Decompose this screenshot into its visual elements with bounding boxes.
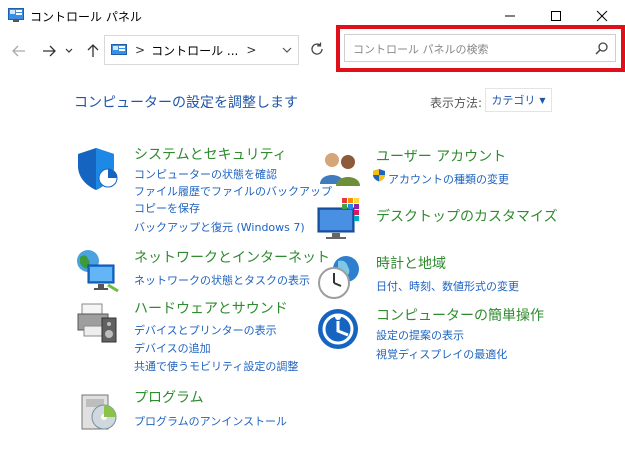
category-link[interactable]: 視覚ディスプレイの最適化: [376, 346, 507, 362]
category-hardware-sound: ハードウェアとサウンド デバイスとプリンターの表示 デバイスの追加 共通で使うモ…: [74, 298, 314, 374]
category-title[interactable]: ネットワークとインターネット: [134, 247, 330, 267]
ease-of-access-icon[interactable]: [316, 305, 364, 353]
category-link[interactable]: ネットワークの状態とタスクの表示: [134, 272, 310, 288]
category-title[interactable]: ユーザー アカウント: [376, 146, 506, 166]
category-link[interactable]: プログラムのアンインストール: [134, 413, 287, 429]
search-highlight-box: コントロール パネルの検索: [336, 25, 625, 72]
category-link[interactable]: デバイスとプリンターの表示: [134, 322, 277, 338]
category-network-internet: ネットワークとインターネット ネットワークの状態とタスクの表示: [74, 247, 330, 293]
arrow-right-icon: [43, 45, 56, 57]
search-input[interactable]: コントロール パネルの検索: [344, 34, 616, 62]
printer-speaker-icon[interactable]: [74, 298, 122, 346]
category-link[interactable]: デバイスの追加: [134, 340, 211, 356]
category-clock-region: 時計と地域 日付、時刻、数値形式の変更: [316, 253, 616, 301]
shield-icon[interactable]: [74, 144, 122, 192]
control-panel-icon: [111, 43, 127, 55]
category-link[interactable]: コンピューターの状態を確認: [134, 166, 277, 182]
minimize-icon: [505, 15, 515, 17]
caret-down-icon: ▼: [539, 95, 546, 105]
window-title: コントロール パネル: [30, 9, 142, 24]
search-placeholder: コントロール パネルの検索: [353, 43, 489, 56]
category-title[interactable]: システムとセキュリティ: [134, 144, 287, 164]
view-by-label: 表示方法:: [430, 96, 483, 110]
up-button[interactable]: [84, 42, 102, 60]
category-title[interactable]: コンピューターの簡単操作: [376, 305, 544, 325]
uac-shield-icon: [373, 169, 385, 182]
desktop-customize-icon[interactable]: [316, 196, 364, 244]
address-dropdown-button[interactable]: [282, 44, 292, 57]
search-icon[interactable]: [595, 41, 609, 55]
arrow-left-icon: [12, 45, 25, 57]
close-icon: [596, 10, 608, 22]
refresh-button[interactable]: [307, 39, 327, 59]
forward-button[interactable]: [40, 42, 58, 60]
clock-globe-icon[interactable]: [316, 253, 364, 301]
category-link[interactable]: アカウントの種類の変更: [388, 171, 509, 187]
category-ease-of-access: コンピューターの簡単操作 設定の提案の表示 視覚ディスプレイの最適化: [316, 305, 616, 365]
arrow-up-icon: [87, 44, 99, 57]
category-link[interactable]: 日付、時刻、数値形式の変更: [376, 278, 519, 294]
category-user-accounts: ユーザー アカウント アカウントの種類の変更: [316, 146, 616, 190]
breadcrumb-separator-icon[interactable]: >: [135, 43, 145, 57]
category-title[interactable]: ハードウェアとサウンド: [134, 298, 288, 318]
programs-icon[interactable]: [74, 387, 122, 435]
network-globe-icon[interactable]: [74, 247, 122, 295]
recent-locations-button[interactable]: [64, 42, 74, 60]
category-link[interactable]: ファイル履歴でファイルのバックアップ: [134, 183, 332, 199]
address-bar[interactable]: > コントロール ... >: [104, 35, 299, 65]
breadcrumb-control-panel[interactable]: コントロール ...: [151, 42, 238, 59]
category-title[interactable]: プログラム: [134, 387, 204, 407]
users-icon[interactable]: [316, 146, 364, 194]
view-by-value: カテゴリ: [491, 94, 536, 107]
refresh-icon: [311, 42, 323, 55]
maximize-icon: [551, 11, 561, 21]
category-desktop-customization: デスクトップのカスタマイズ: [316, 196, 616, 244]
back-button[interactable]: [10, 42, 28, 60]
category-link[interactable]: 共通で使うモビリティ設定の調整: [134, 358, 298, 374]
category-link[interactable]: 設定の提案の表示: [376, 327, 464, 343]
category-programs: プログラム プログラムのアンインストール: [74, 387, 314, 435]
breadcrumb-separator-icon[interactable]: >: [246, 43, 256, 57]
category-system-security: システムとセキュリティ コンピューターの状態を確認 ファイル履歴でファイルのバッ…: [74, 144, 332, 235]
chevron-down-icon: [282, 47, 292, 53]
category-title[interactable]: デスクトップのカスタマイズ: [376, 206, 558, 226]
category-link[interactable]: コピーを保存: [134, 200, 200, 216]
control-panel-icon: [8, 8, 24, 22]
category-link[interactable]: バックアップと復元 (Windows 7): [134, 219, 305, 235]
view-by-dropdown[interactable]: カテゴリ ▼: [485, 88, 552, 112]
chevron-down-icon: [65, 48, 73, 53]
page-heading: コンピューターの設定を調整します: [74, 95, 298, 111]
category-title[interactable]: 時計と地域: [376, 253, 446, 273]
